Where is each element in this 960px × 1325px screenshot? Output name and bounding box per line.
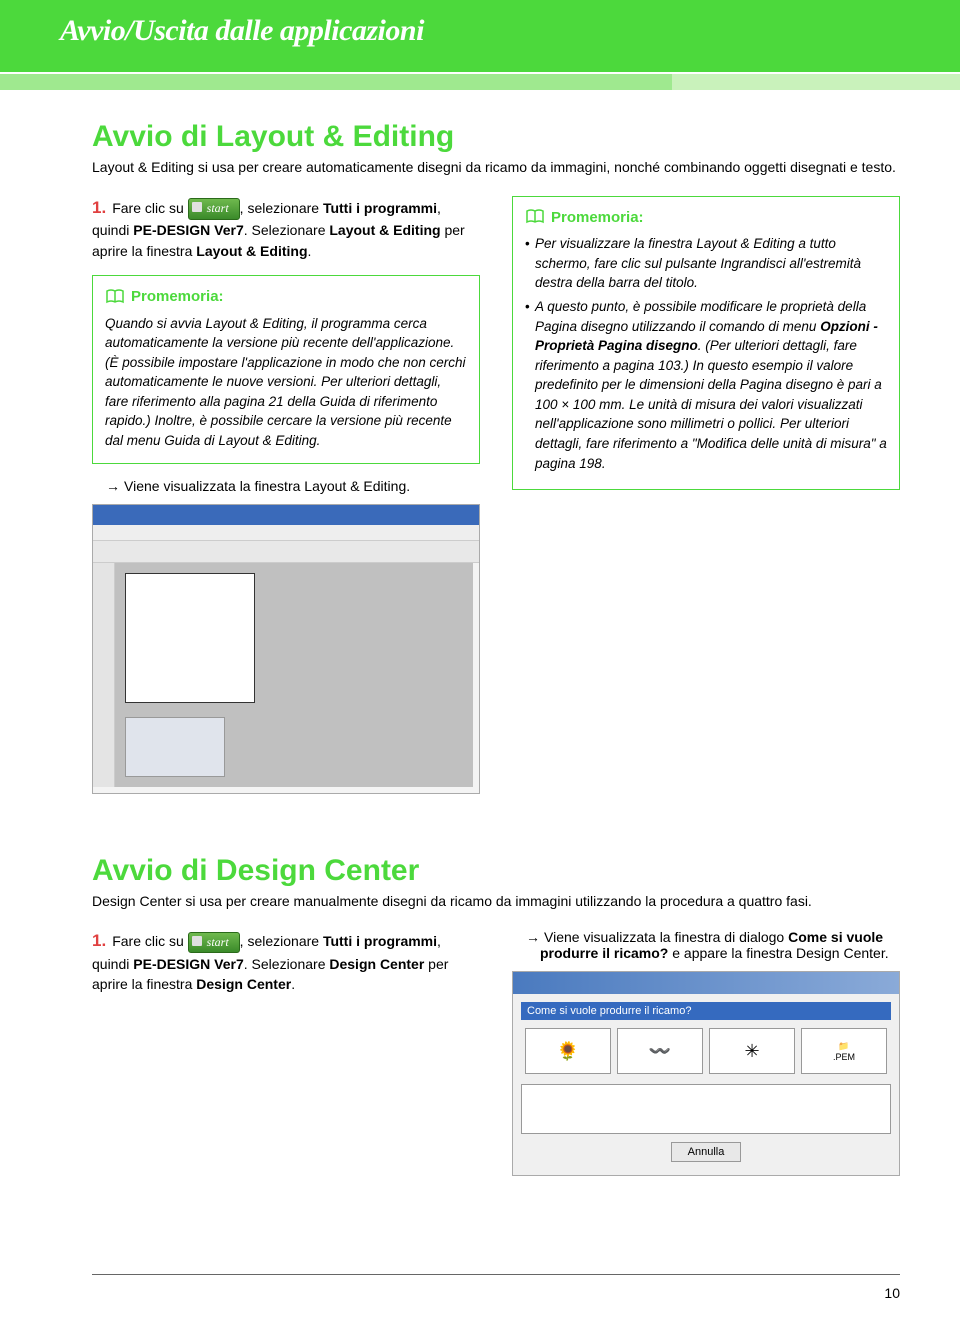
page-header: Avvio/Uscita dalle applicazioni: [0, 0, 960, 72]
section1-step1: 1.Fare clic su start, selezionare Tutti …: [92, 196, 480, 261]
memo2-item1: Per visualizzare la finestra Layout & Ed…: [525, 234, 887, 293]
page-title: Avvio/Uscita dalle applicazioni: [60, 14, 960, 48]
dialog-option-icon: ✳: [709, 1028, 795, 1074]
memo-box-1: Promemoria: Quando si avvia Layout & Edi…: [92, 275, 480, 464]
dialog-cancel-button: Annulla: [671, 1142, 741, 1162]
step-number: 1.: [92, 198, 106, 217]
design-center-dialog-screenshot: Come si vuole produrre il ricamo? 🌻 〰️ ✳…: [512, 971, 900, 1176]
memo-title-text: Promemoria:: [551, 207, 644, 229]
page-number: 10: [884, 1285, 900, 1301]
memo2-item2: A questo punto, è possibile modificare l…: [525, 297, 887, 473]
section2-step1: 1.Fare clic su start, selezionare Tutti …: [92, 929, 480, 994]
memo-title-text: Promemoria:: [131, 286, 224, 308]
dialog-option-icon: 🌻: [525, 1028, 611, 1074]
layout-editing-screenshot: [92, 504, 480, 794]
arrow-icon: →: [106, 478, 120, 494]
arrow-icon: →: [526, 929, 540, 945]
section2-result: →Viene visualizzata la finestra di dialo…: [526, 929, 900, 961]
section2-intro: Design Center si usa per creare manualme…: [92, 892, 900, 912]
book-icon: [105, 289, 125, 305]
decor-strip: [0, 72, 960, 90]
dialog-option-icon: 📁.PEM: [801, 1028, 887, 1074]
section1-heading: Avvio di Layout & Editing: [92, 120, 900, 154]
footer-rule: [92, 1274, 900, 1275]
dialog-option-icon: 〰️: [617, 1028, 703, 1074]
section1-intro: Layout & Editing si usa per creare autom…: [92, 158, 900, 178]
start-button-icon: start: [188, 932, 240, 953]
dialog-question: Come si vuole produrre il ricamo?: [521, 1002, 891, 1020]
memo1-body: Quando si avvia Layout & Editing, il pro…: [105, 316, 466, 448]
section2-heading: Avvio di Design Center: [92, 854, 900, 888]
book-icon: [525, 209, 545, 225]
start-button-icon: start: [188, 198, 240, 219]
section1-result: →Viene visualizzata la finestra Layout &…: [106, 478, 480, 494]
memo-box-2: Promemoria: Per visualizzare la finestra…: [512, 196, 900, 491]
step-number: 1.: [92, 931, 106, 950]
